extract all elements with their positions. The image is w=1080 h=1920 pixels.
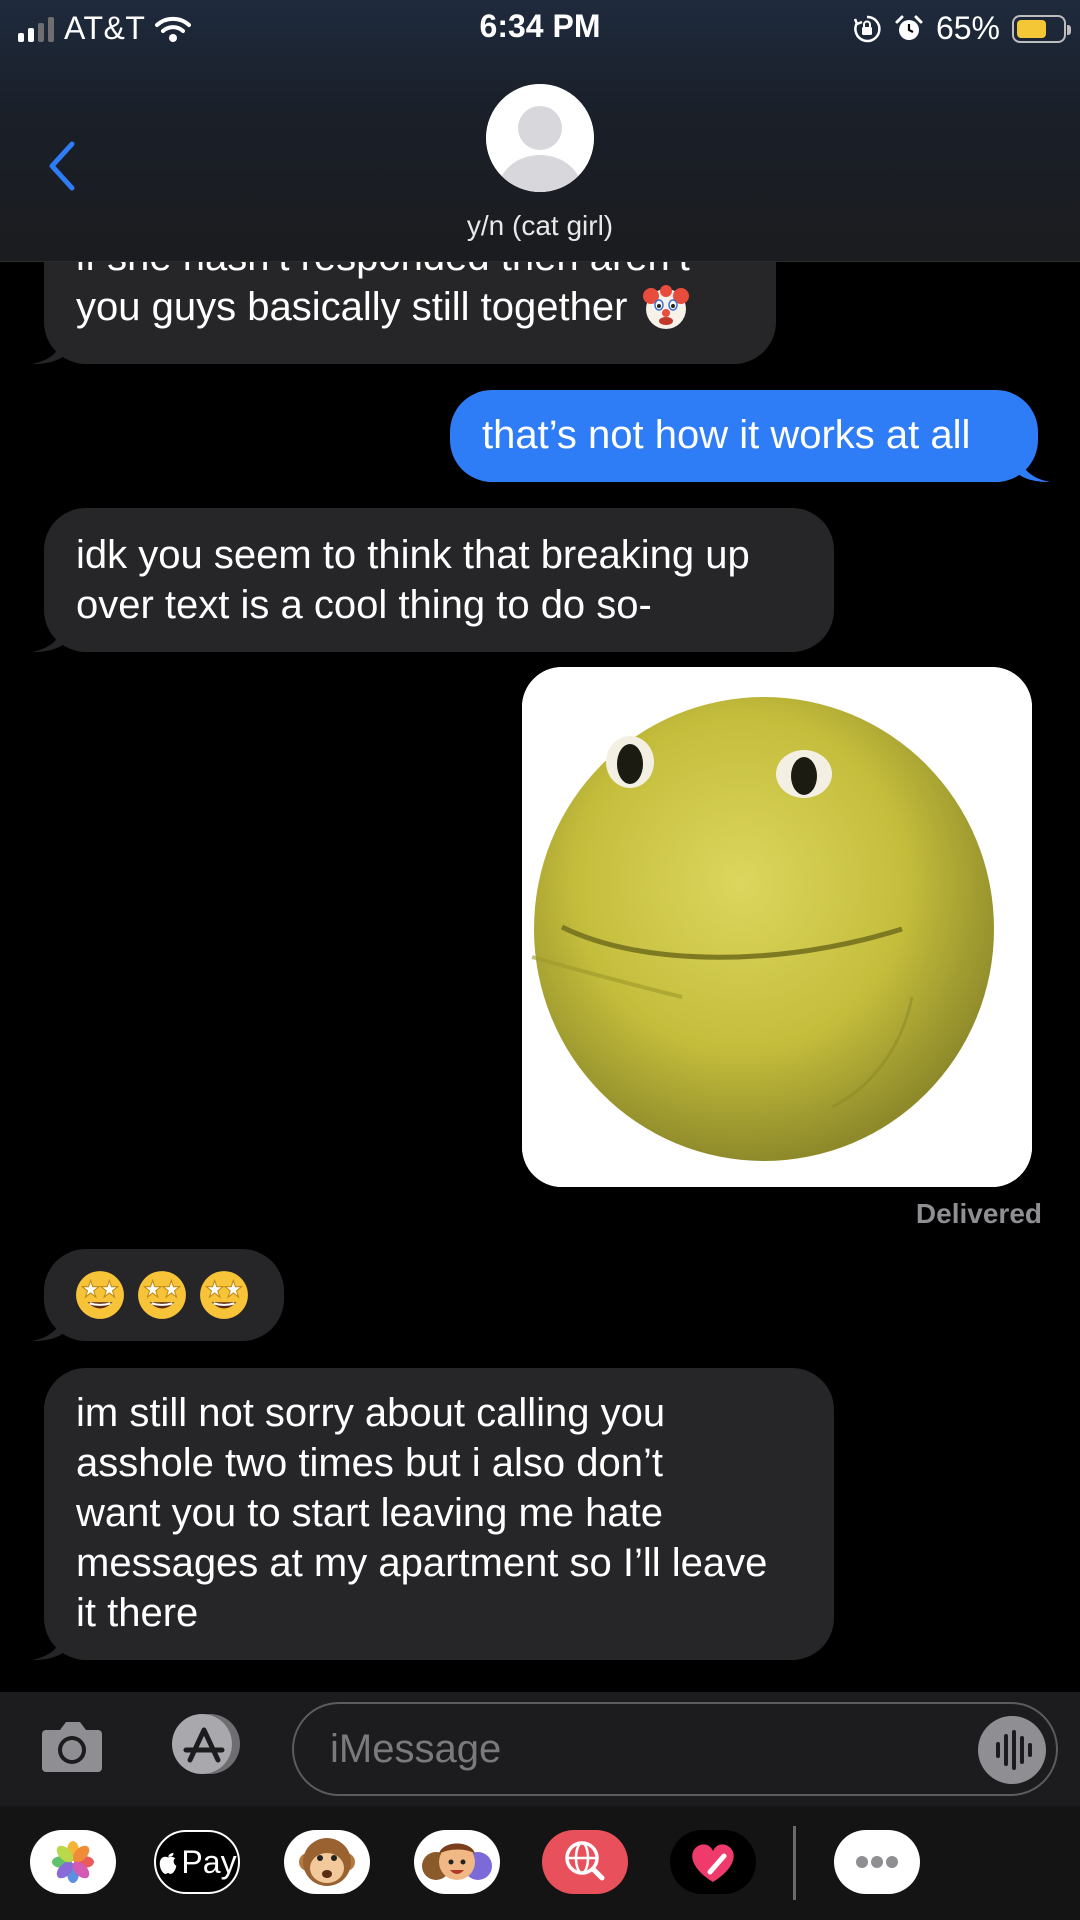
received-message[interactable]: im still not sorry about calling you ass… xyxy=(32,1368,834,1660)
orientation-lock-icon xyxy=(853,15,881,42)
bubble-tail xyxy=(32,330,66,364)
message-line: idk you seem to think that breaking up xyxy=(76,533,750,577)
memoji-icon[interactable] xyxy=(414,1830,500,1894)
web-search-icon[interactable] xyxy=(542,1830,628,1894)
animoji-monkey-icon[interactable] xyxy=(284,1830,370,1894)
app-drawer: Pay xyxy=(0,1806,1080,1920)
compose-bar xyxy=(0,1692,1080,1806)
message-line-text: you guys basically still together xyxy=(76,285,628,329)
message-line: want you to start leaving me hate xyxy=(76,1491,663,1535)
more-icon[interactable] xyxy=(834,1830,920,1894)
received-message[interactable]: idk you seem to think that breaking up o… xyxy=(32,508,834,652)
message-line: over text is a cool thing to do so- xyxy=(76,583,652,627)
monkey-face-glyph xyxy=(299,1838,355,1886)
app-store-icon[interactable] xyxy=(164,1712,248,1776)
message-line: you guys basically still together xyxy=(76,282,744,332)
contact-name[interactable]: y/n (cat girl) xyxy=(0,210,1080,242)
heart-glyph xyxy=(692,1844,734,1882)
bubble-tail xyxy=(32,1626,66,1660)
clown-face-emoji xyxy=(643,285,690,329)
app-strip-divider xyxy=(793,1826,796,1900)
sent-message[interactable]: that’s not how it works at all xyxy=(450,390,1050,482)
ellipsis-glyph xyxy=(856,1856,898,1868)
bubble-tail xyxy=(1010,1153,1032,1187)
status-right: 65% xyxy=(852,10,1071,47)
digital-touch-icon[interactable] xyxy=(670,1830,756,1894)
sent-image-message[interactable] xyxy=(522,667,1032,1187)
star-struck-emoji xyxy=(200,1271,248,1319)
camera-icon[interactable] xyxy=(40,1716,104,1774)
globe-search-glyph xyxy=(565,1841,605,1881)
message-line: if she hasn’t responded then aren’t xyxy=(76,262,744,282)
message-line: messages at my apartment so I’ll leave xyxy=(76,1541,768,1585)
battery-icon xyxy=(1012,14,1071,43)
message-line: im still not sorry about calling you xyxy=(76,1391,666,1435)
message-line: it there xyxy=(76,1591,199,1635)
imessage-field[interactable] xyxy=(292,1702,1058,1796)
chevron-left-icon[interactable] xyxy=(42,138,82,194)
bubble-tail xyxy=(32,618,66,652)
bubble-tail xyxy=(32,1307,66,1341)
star-struck-emoji xyxy=(138,1271,186,1319)
alarm-icon xyxy=(895,15,923,40)
bubble-tail xyxy=(1016,448,1050,482)
person-icon xyxy=(486,84,594,192)
contact-avatar[interactable] xyxy=(486,84,594,192)
message-input[interactable] xyxy=(330,1704,930,1794)
apple-pay-label: Pay xyxy=(181,1843,237,1880)
message-line: that’s not how it works at all xyxy=(482,413,971,457)
battery-percent: 65% xyxy=(935,10,1000,46)
apple-logo-icon xyxy=(160,1852,177,1874)
waveform-glyph xyxy=(996,1730,1032,1770)
audio-waveform-icon[interactable] xyxy=(978,1716,1046,1784)
memoji-faces-glyph xyxy=(422,1843,492,1880)
message-line: asshole two times but i also don’t xyxy=(76,1441,663,1485)
received-emoji-message[interactable] xyxy=(32,1249,284,1341)
photos-icon[interactable] xyxy=(30,1830,116,1894)
status-bar: AT&T 6:34 PM 65% xyxy=(0,0,1080,56)
star-struck-emoji xyxy=(76,1271,124,1319)
photos-flower-glyph xyxy=(52,1841,94,1883)
delivered-status: Delivered xyxy=(915,1198,1042,1229)
received-message[interactable]: if she hasn’t responded then aren’t you … xyxy=(32,262,776,364)
battery-fill xyxy=(1017,19,1046,38)
message-thread: if she hasn’t responded then aren’t you … xyxy=(0,262,1080,1692)
apple-pay-icon[interactable]: Pay xyxy=(154,1830,240,1894)
yellow-smiley-meme-image xyxy=(522,667,1032,1187)
